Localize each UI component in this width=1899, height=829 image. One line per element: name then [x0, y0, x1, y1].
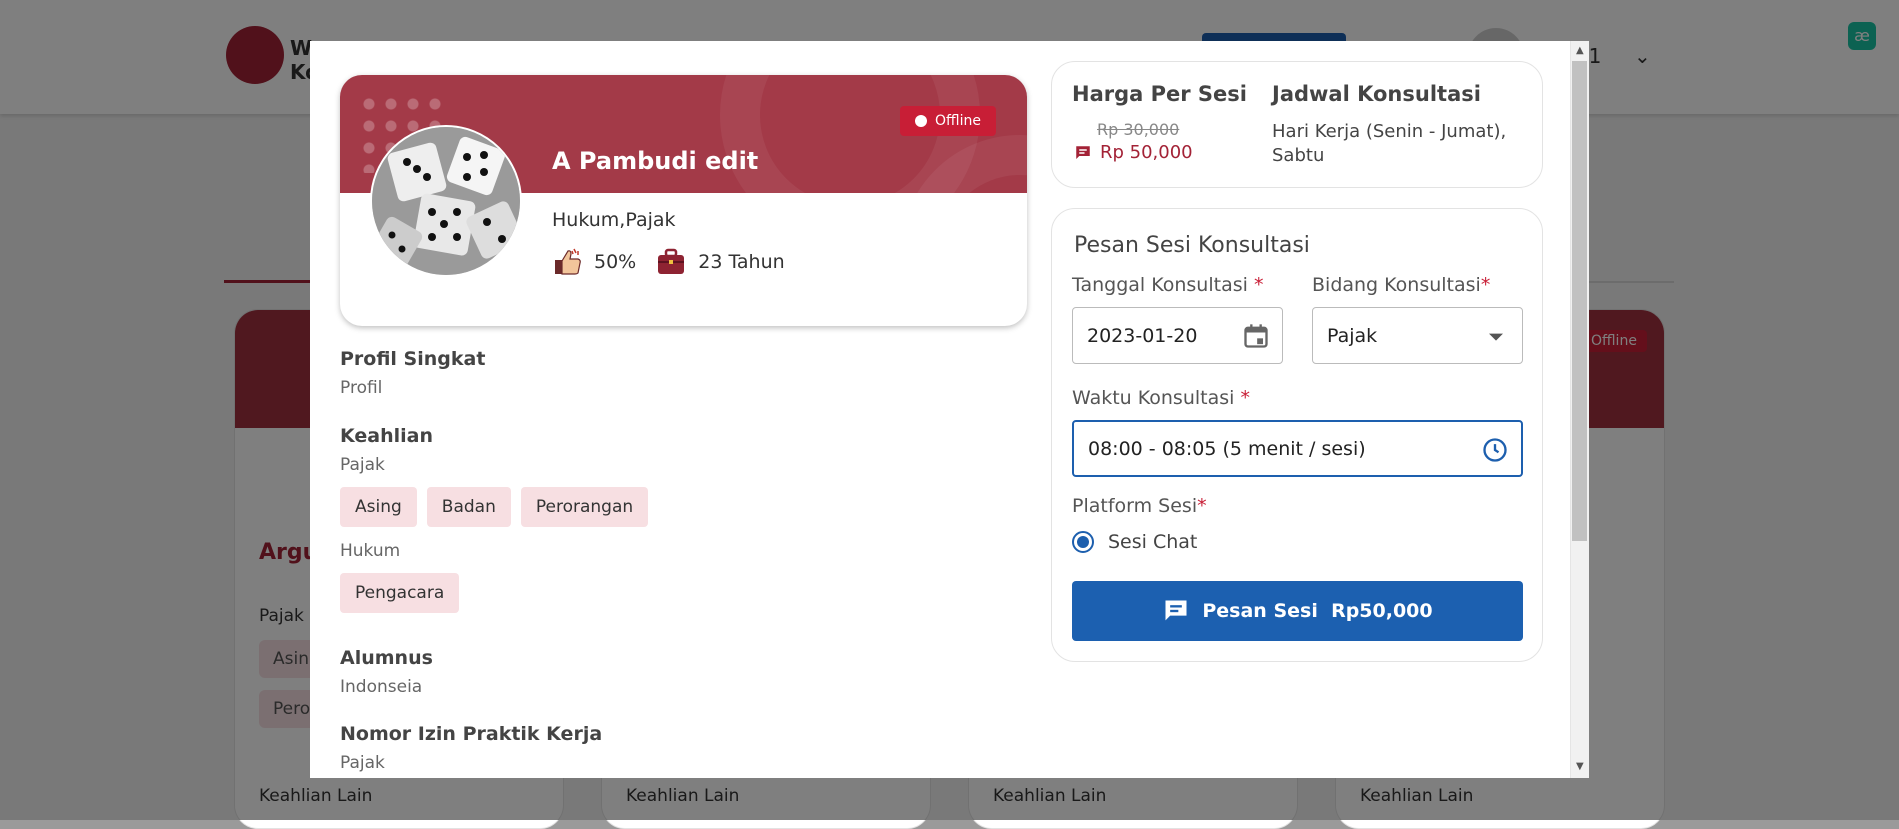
section-title: Nomor Izin Praktik Kerja [340, 723, 603, 745]
date-field[interactable]: 2023-01-20 [1072, 307, 1283, 364]
expertise-section: Keahlian Pajak Asing Badan Perorangan Hu… [340, 425, 649, 613]
booking-form: Pesan Sesi Konsultasi Tanggal Konsultasi… [1051, 208, 1543, 662]
platform-option-chat[interactable]: Sesi Chat [1072, 531, 1197, 553]
expertise-chip: Asing [340, 487, 417, 527]
status-badge: Offline [900, 106, 996, 136]
radio-button[interactable] [1072, 531, 1094, 553]
old-price: Rp 30,000 [1097, 120, 1180, 139]
consultant-stats: 50% 23 Tahun [552, 247, 785, 277]
expertise-group-name: Hukum [340, 541, 401, 561]
schedule-title: Jadwal Konsultasi [1272, 82, 1481, 106]
time-field[interactable]: 08:00 - 08:05 (5 menit / sesi) [1072, 420, 1523, 477]
platform-label: Platform Sesi* [1072, 495, 1207, 517]
clock-icon[interactable] [1481, 436, 1509, 464]
scroll-up-arrow-icon[interactable]: ▲ [1576, 45, 1584, 56]
section-value: Profil [340, 378, 383, 398]
chat-icon [1165, 600, 1187, 621]
consultation-field-select[interactable]: Pajak [1312, 307, 1523, 364]
consultant-specialty: Hukum,Pajak [552, 209, 676, 231]
consultant-name: A Pambudi edit [552, 147, 759, 175]
consultant-detail-modal: Offline A Pambudi edit Hukum,Pajak 50% 2… [310, 41, 1589, 778]
new-price-value: Rp 50,000 [1100, 142, 1193, 163]
scrollbar-thumb[interactable] [1572, 61, 1587, 541]
booking-title: Pesan Sesi Konsultasi [1074, 233, 1310, 258]
new-price: Rp 50,000 [1074, 142, 1193, 163]
thumbs-up-icon [555, 248, 581, 275]
date-value: 2023-01-20 [1087, 324, 1198, 347]
book-session-label: Pesan Sesi Rp50,000 [1202, 600, 1433, 622]
status-dot-icon [915, 115, 928, 127]
time-value: 08:00 - 08:05 (5 menit / sesi) [1088, 437, 1366, 460]
status-text: Offline [935, 113, 981, 129]
rating-value: 50% [594, 251, 637, 273]
expertise-chip: Badan [426, 487, 511, 527]
expertise-chips: Pengacara [340, 573, 648, 613]
field-label: Bidang Konsultasi* [1312, 274, 1491, 296]
date-label: Tanggal Konsultasi * [1072, 274, 1264, 296]
platform-option-label: Sesi Chat [1108, 531, 1198, 553]
book-session-button[interactable]: Pesan Sesi Rp50,000 [1072, 581, 1523, 641]
chat-icon [1076, 145, 1090, 159]
license-section: Nomor Izin Praktik Kerja Pajak [340, 723, 602, 773]
section-value: Pajak [340, 753, 385, 773]
price-title: Harga Per Sesi [1072, 82, 1247, 106]
experience-value: 23 Tahun [698, 251, 785, 273]
section-title: Keahlian [340, 425, 433, 447]
alumnus-section: Alumnus Indonseia [340, 647, 433, 697]
expertise-group-name: Pajak [340, 455, 385, 475]
expertise-chip: Perorangan [520, 487, 649, 527]
calendar-icon[interactable] [1242, 322, 1270, 350]
expertise-chip: Pengacara [340, 573, 460, 613]
avatar [370, 125, 522, 277]
time-label: Waktu Konsultasi * [1072, 387, 1250, 409]
section-title: Profil Singkat [340, 348, 486, 370]
profile-card: Offline A Pambudi edit Hukum,Pajak 50% 2… [340, 75, 1027, 326]
schedule-value: Hari Kerja (Senin - Jumat), Sabtu [1272, 121, 1507, 166]
section-title: Alumnus [340, 647, 433, 669]
briefcase-icon [658, 248, 685, 274]
caret-down-icon[interactable] [1482, 322, 1510, 350]
short-profile-section: Profil Singkat Profil [340, 348, 485, 398]
price-schedule-box: Harga Per Sesi Rp 30,000 Rp 50,000 Jadwa… [1051, 61, 1543, 188]
scroll-down-arrow-icon[interactable]: ▼ [1576, 761, 1584, 772]
field-value: Pajak [1327, 324, 1378, 347]
section-value: Indonseia [340, 677, 423, 697]
expertise-chips: Asing Badan Perorangan [340, 487, 649, 527]
